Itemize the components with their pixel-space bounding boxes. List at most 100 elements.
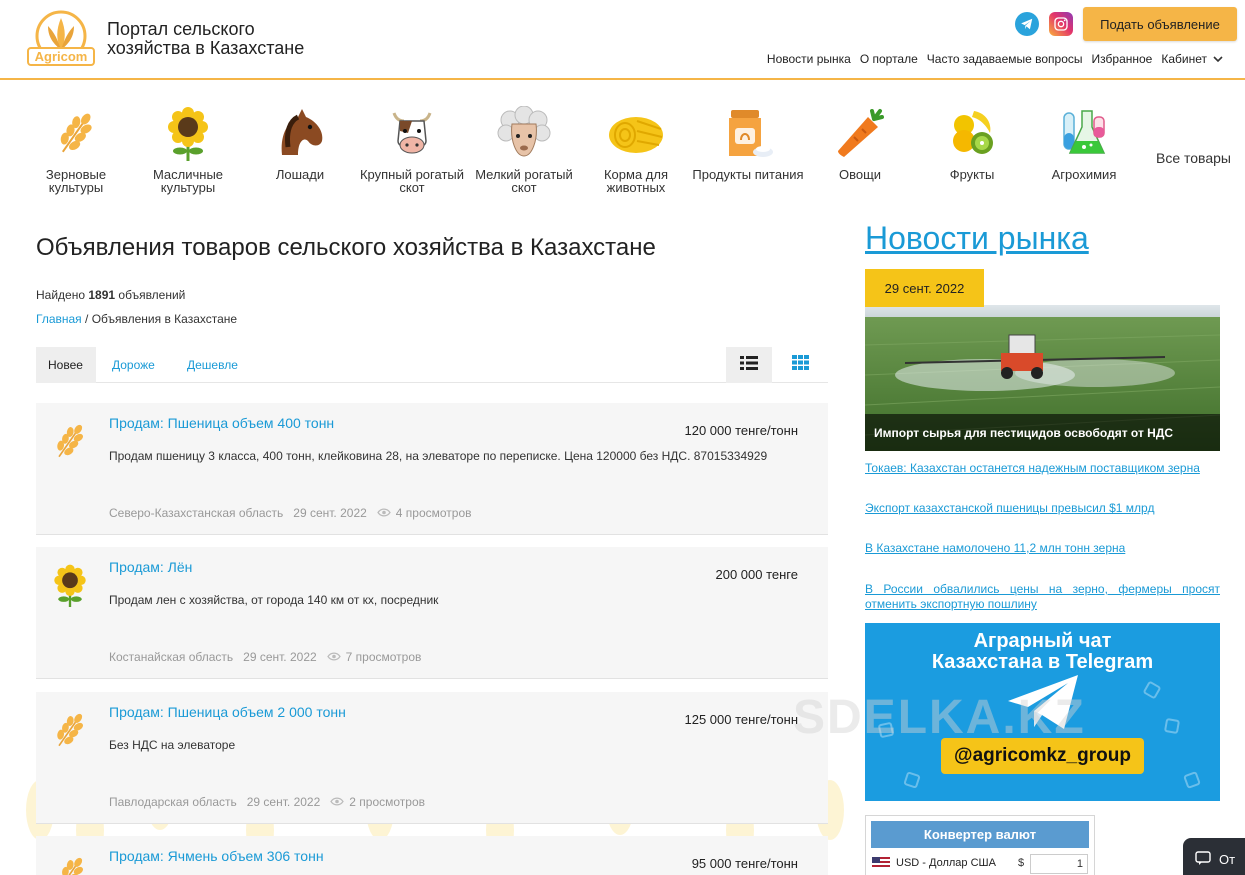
featured-news-date: 29 сент. 2022 bbox=[865, 269, 984, 307]
grid-view-icon bbox=[791, 355, 809, 375]
converter-title: Конвертер валют bbox=[871, 821, 1089, 848]
featured-news-caption: Импорт сырья для пестицидов освободят от… bbox=[865, 414, 1220, 451]
post-ad-button[interactable]: Подать объявление bbox=[1083, 7, 1237, 41]
breadcrumb-home[interactable]: Главная bbox=[36, 312, 82, 326]
feed-icon bbox=[580, 100, 692, 166]
banner-title: Аграрный чат Казахстана в Telegram bbox=[931, 630, 1154, 673]
featured-news-card[interactable]: 29 сент. 2022 Импорт сырья для пестицидо… bbox=[865, 269, 1220, 451]
converter-amount-input[interactable]: 1 bbox=[1030, 854, 1088, 874]
carrot-icon bbox=[804, 100, 916, 166]
category-cattle[interactable]: Крупный рогатый скот bbox=[356, 100, 468, 194]
decor-square bbox=[1183, 771, 1201, 789]
all-goods-link[interactable]: Все товары bbox=[1156, 150, 1231, 166]
news-heading[interactable]: Новости рынка bbox=[865, 220, 1089, 257]
decor-square bbox=[1163, 717, 1181, 735]
sort-tab-expensive[interactable]: Дороже bbox=[100, 347, 167, 383]
nav-cabinet[interactable]: Кабинет bbox=[1161, 52, 1223, 66]
category-food-products[interactable]: Продукты питания bbox=[692, 100, 804, 181]
breadcrumb-current: Объявления в Казахстане bbox=[91, 312, 238, 326]
nav-favorites[interactable]: Избранное bbox=[1092, 52, 1153, 66]
sort-tab-newest[interactable]: Новее bbox=[36, 347, 96, 383]
category-small-livestock[interactable]: Мелкий рогатый скот bbox=[468, 100, 580, 194]
converter-row: USD - Доллар США bbox=[872, 857, 996, 869]
category-label: Продукты питания bbox=[692, 167, 804, 182]
sort-tab-cheaper[interactable]: Дешевле bbox=[175, 347, 250, 383]
chat-icon bbox=[1195, 850, 1211, 868]
listing-title[interactable]: Продам: Пшеница объем 400 тонн bbox=[109, 415, 334, 431]
sheep-icon bbox=[468, 100, 580, 166]
listing-item[interactable]: Продам: Лён 200 000 тенге Продам лен с х… bbox=[36, 547, 828, 679]
category-label: Зерновые культуры bbox=[45, 167, 107, 195]
news-link[interactable]: В России обвалились цены на зерно, ферме… bbox=[865, 582, 1220, 612]
grid-view-button[interactable] bbox=[777, 347, 823, 383]
flask-icon bbox=[1028, 100, 1140, 166]
listing-item[interactable]: Продам: Пшеница объем 400 тонн 120 000 т… bbox=[36, 403, 828, 535]
wheat-icon bbox=[50, 419, 90, 463]
category-oilseeds[interactable]: Масличные культуры bbox=[132, 100, 244, 194]
listing-region: Павлодарская область bbox=[109, 795, 237, 809]
top-nav: Новости рынка О портале Часто задаваемые… bbox=[767, 52, 1223, 66]
nav-faq[interactable]: Часто задаваемые вопросы bbox=[927, 52, 1083, 66]
cow-icon bbox=[356, 100, 468, 166]
category-grains[interactable]: Зерновые культуры bbox=[20, 100, 132, 194]
page-title: Объявления товаров сельского хозяйства в… bbox=[36, 234, 656, 261]
sunflower-icon bbox=[50, 563, 90, 607]
agricom-logo[interactable]: Agricom bbox=[26, 10, 96, 68]
listing-item[interactable]: Продам: Ячмень объем 306 тонн 95 000 тен… bbox=[36, 836, 828, 875]
food-products-icon bbox=[692, 100, 804, 166]
category-label: Овощи bbox=[838, 167, 882, 182]
listing-title[interactable]: Продам: Пшеница объем 2 000 тонн bbox=[109, 704, 346, 720]
decor-square bbox=[903, 771, 921, 789]
listing-views: 2 просмотров bbox=[330, 795, 425, 809]
portal-title: Портал сельского хозяйства в Казахстане bbox=[107, 19, 305, 58]
listing-price: 125 000 тенге/тонн bbox=[684, 712, 798, 727]
nav-market-news[interactable]: Новости рынка bbox=[767, 52, 851, 66]
listing-region: Северо-Казахстанская область bbox=[109, 506, 284, 520]
news-link[interactable]: Токаев: Казахстан останется надежным пос… bbox=[865, 461, 1220, 476]
category-label: Мелкий рогатый скот bbox=[475, 167, 573, 195]
category-vegetables[interactable]: Овощи bbox=[804, 100, 916, 181]
list-view-button[interactable] bbox=[726, 347, 772, 383]
listing-meta: Павлодарская область 29 сент. 2022 2 про… bbox=[109, 795, 425, 809]
category-label: Масличные культуры bbox=[152, 167, 224, 195]
chat-widget-button[interactable]: От bbox=[1183, 838, 1245, 875]
listing-title[interactable]: Продам: Ячмень объем 306 тонн bbox=[109, 848, 324, 864]
nav-about[interactable]: О портале bbox=[860, 52, 918, 66]
listing-item[interactable]: Продам: Пшеница объем 2 000 тонн 125 000… bbox=[36, 692, 828, 824]
breadcrumb: Главная / Объявления в Казахстане bbox=[36, 312, 237, 326]
news-link[interactable]: Экспорт казахстанской пшеницы превысил $… bbox=[865, 501, 1220, 516]
news-link[interactable]: В Казахстане намолочено 11,2 млн тонн зе… bbox=[865, 541, 1220, 556]
category-fruits[interactable]: Фрукты bbox=[916, 100, 1028, 181]
telegram-icon[interactable] bbox=[1015, 12, 1039, 36]
category-horses[interactable]: Лошади bbox=[244, 100, 356, 181]
category-label: Корма для животных bbox=[603, 167, 669, 195]
category-label: Лошади bbox=[275, 167, 325, 182]
wheat-icon bbox=[50, 708, 90, 752]
listing-price: 120 000 тенге/тонн bbox=[684, 423, 798, 438]
logo-text: Agricom bbox=[35, 49, 88, 64]
category-label: Крупный рогатый скот bbox=[359, 167, 464, 195]
listing-views-count: 7 просмотров bbox=[345, 650, 422, 664]
wheat-icon bbox=[20, 100, 132, 166]
listing-views: 4 просмотров bbox=[377, 506, 472, 520]
listing-title[interactable]: Продам: Лён bbox=[109, 559, 192, 575]
instagram-icon[interactable] bbox=[1049, 12, 1073, 36]
listing-region: Костанайская область bbox=[109, 650, 234, 664]
listing-views: 7 просмотров bbox=[326, 650, 422, 664]
category-agrochemistry[interactable]: Агрохимия bbox=[1028, 100, 1140, 181]
chat-label: От bbox=[1219, 851, 1236, 867]
listing-description: Без НДС на элеваторе bbox=[109, 738, 236, 752]
eye-icon bbox=[377, 506, 391, 520]
listing-date: 29 сент. 2022 bbox=[243, 650, 317, 664]
listing-date: 29 сент. 2022 bbox=[246, 795, 321, 809]
category-animal-feed[interactable]: Корма для животных bbox=[580, 100, 692, 194]
sort-bar: Новее Дороже Дешевле bbox=[36, 347, 828, 383]
listing-views-count: 4 просмотров bbox=[395, 506, 472, 520]
listing-price: 200 000 тенге bbox=[715, 567, 798, 582]
fruits-icon bbox=[916, 100, 1028, 166]
header: Agricom Портал сельского хозяйства в Каз… bbox=[0, 0, 1245, 80]
eye-icon bbox=[330, 795, 344, 809]
decor-square bbox=[1142, 680, 1162, 700]
listing-meta: Северо-Казахстанская область 29 сент. 20… bbox=[109, 506, 472, 520]
list-view-icon bbox=[740, 355, 758, 375]
